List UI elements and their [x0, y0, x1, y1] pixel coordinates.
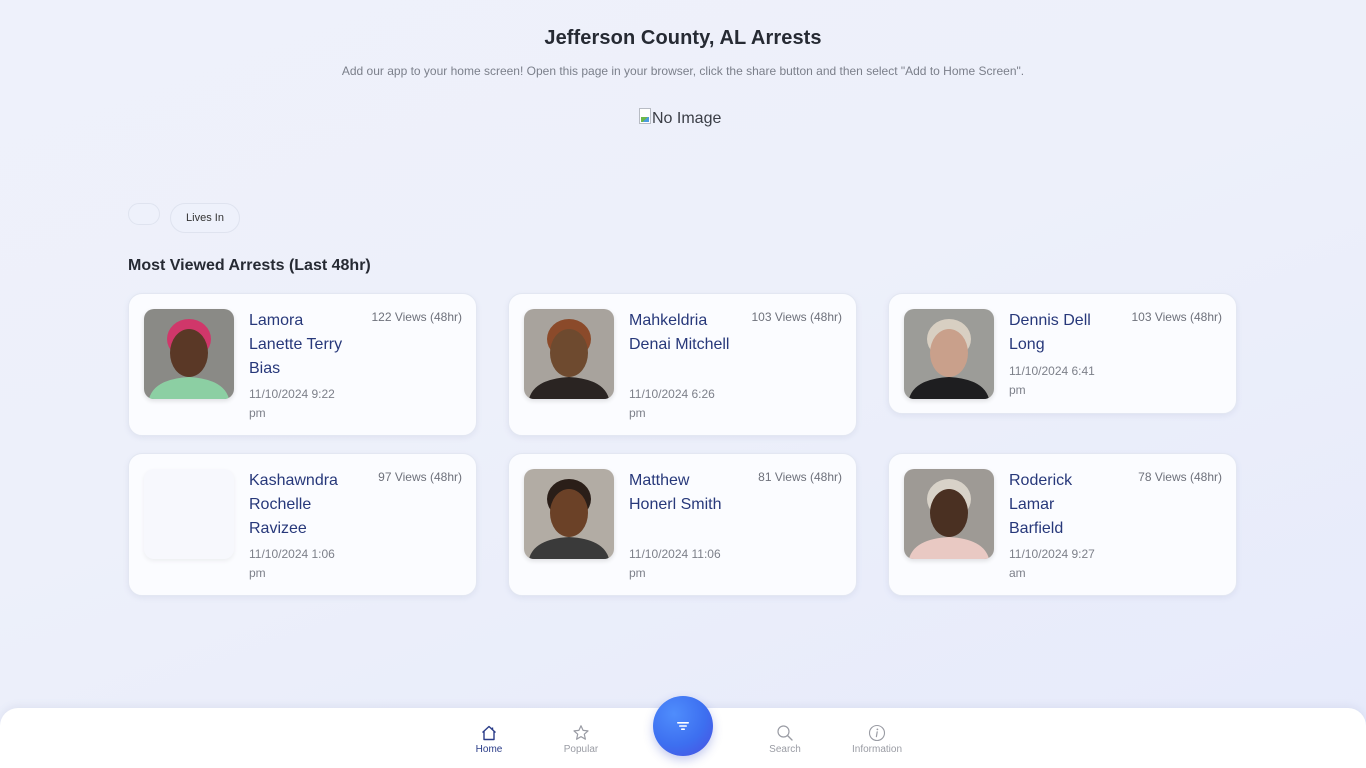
mugshot — [144, 309, 234, 399]
view-count: 103 Views (48hr) — [1131, 310, 1223, 324]
arrest-card[interactable]: Dennis Dell Long 11/10/2024 6:41 pm 103 … — [888, 293, 1237, 414]
arrest-name[interactable]: Roderick Lamar Barfield — [1009, 469, 1113, 541]
mugshot — [904, 309, 994, 399]
header-image: No Image — [639, 108, 721, 130]
arrest-date: 11/10/2024 6:26 pm — [629, 387, 715, 420]
nav-popular-label: Popular — [563, 744, 599, 755]
mugshot — [524, 469, 614, 559]
mugshot-image — [524, 309, 614, 399]
arrest-name[interactable]: Mahkeldria Denai Mitchell — [629, 309, 733, 357]
view-count: 122 Views (48hr) — [371, 310, 463, 324]
filter-chip-lives-in[interactable]: Lives In — [170, 203, 240, 233]
mugshot-placeholder — [144, 469, 234, 559]
filter-icon — [677, 722, 689, 730]
mugshot-image — [904, 469, 994, 559]
info-icon — [868, 724, 886, 742]
filter-fab-button[interactable] — [653, 696, 713, 756]
arrest-name[interactable]: Matthew Honerl Smith — [629, 469, 733, 517]
home-icon — [482, 725, 496, 741]
arrest-card[interactable]: Roderick Lamar Barfield 11/10/2024 9:27 … — [888, 453, 1237, 596]
search-icon — [777, 725, 793, 741]
nav-popular[interactable]: Popular — [541, 724, 621, 755]
filter-chip-empty[interactable] — [128, 203, 160, 225]
broken-image-icon — [639, 108, 651, 124]
mugshot — [904, 469, 994, 559]
mugshot-image — [524, 469, 614, 559]
header-image-alt: No Image — [652, 110, 722, 127]
install-instructions: Add our app to your home screen! Open th… — [341, 64, 1025, 78]
nav-information[interactable]: Information — [837, 724, 917, 755]
arrest-card[interactable]: Matthew Honerl Smith 11/10/2024 11:06 pm… — [508, 453, 857, 596]
mugshot-image — [144, 309, 234, 399]
view-count: 81 Views (48hr) — [758, 470, 842, 484]
star-icon — [573, 725, 589, 740]
arrest-date: 11/10/2024 1:06 pm — [249, 547, 335, 580]
page-title: Jefferson County, AL Arrests — [544, 27, 822, 49]
arrest-date: 11/10/2024 9:27 am — [1009, 547, 1095, 580]
nav-search[interactable]: Search — [745, 724, 825, 755]
arrest-card[interactable]: Lamora Lanette Terry Bias 11/10/2024 9:2… — [128, 293, 477, 436]
mugshot — [524, 309, 614, 399]
nav-information-label: Information — [851, 744, 903, 755]
arrest-card[interactable]: Mahkeldria Denai Mitchell 11/10/2024 6:2… — [508, 293, 857, 436]
mugshot-image — [904, 309, 994, 399]
nav-search-label: Search — [769, 744, 801, 755]
arrest-name[interactable]: Dennis Dell Long — [1009, 309, 1113, 357]
view-count: 97 Views (48hr) — [378, 470, 462, 484]
view-count: 103 Views (48hr) — [751, 310, 843, 324]
nav-home-label: Home — [475, 744, 503, 755]
arrest-card[interactable]: Kashawndra Rochelle Ravizee 11/10/2024 1… — [128, 453, 477, 596]
arrest-date: 11/10/2024 6:41 pm — [1009, 364, 1095, 397]
arrest-date: 11/10/2024 11:06 pm — [629, 547, 721, 580]
section-title: Most Viewed Arrests (Last 48hr) — [128, 257, 371, 274]
nav-home[interactable]: Home — [449, 724, 529, 755]
view-count: 78 Views (48hr) — [1138, 470, 1222, 484]
arrest-name[interactable]: Lamora Lanette Terry Bias — [249, 309, 353, 381]
arrest-name[interactable]: Kashawndra Rochelle Ravizee — [249, 469, 353, 541]
arrest-date: 11/10/2024 9:22 pm — [249, 387, 335, 420]
